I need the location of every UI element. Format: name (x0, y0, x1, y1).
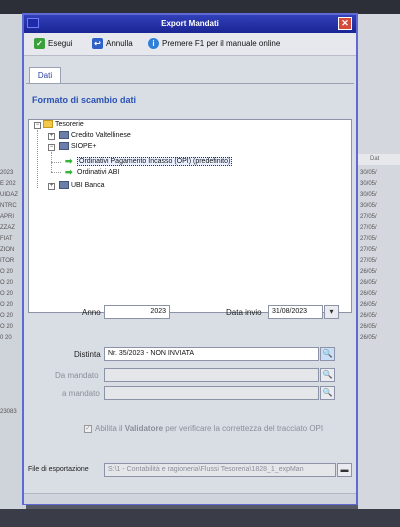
checkbox-icon: ✓ (84, 424, 92, 433)
undo-icon: ↩ (92, 38, 103, 50)
tree-guide (51, 162, 61, 163)
tree-node[interactable]: Credito Valtellinese (59, 131, 131, 141)
folder-icon (43, 120, 53, 129)
book-icon (59, 142, 69, 151)
da-mandato-field (104, 368, 319, 382)
distinta-search-button[interactable]: 🔍 (320, 347, 335, 361)
date-dropdown-button[interactable]: ▾ (324, 305, 339, 319)
run-label: Esegui (48, 39, 73, 48)
bg-right-row: 30/05/ (360, 181, 377, 187)
cancel-button[interactable]: ↩ Annulla (92, 37, 133, 51)
collapse-toggle[interactable]: − (34, 122, 41, 129)
section-title: Formato di scambio dati (32, 95, 137, 105)
data-invio-label: Data invio (226, 308, 262, 317)
bg-right-row: 26/05/ (360, 324, 377, 330)
tree-node-label: Credito Valtellinese (71, 132, 131, 139)
help-label: Premere F1 per il manuale online (162, 39, 281, 48)
bg-right-row: 26/05/ (360, 335, 377, 341)
tree-guide (51, 172, 61, 173)
data-invio-field[interactable]: 31/08/2023 (268, 305, 323, 319)
tree-guide (37, 130, 38, 188)
file-export-label: File di esportazione (28, 466, 89, 473)
bg-right-row: 30/05/ (360, 170, 377, 176)
validator-bold: Validatore (124, 424, 164, 433)
close-button[interactable]: ✕ (338, 17, 352, 30)
arrow-icon: ➡ (65, 167, 73, 178)
tab-divider (26, 83, 354, 84)
dialog-title: Export Mandati (161, 19, 219, 28)
book-icon (59, 181, 69, 190)
anno-label: Anno (82, 308, 101, 317)
format-tree[interactable]: − Tesorerie + Credito Valtellinese − SIO… (28, 119, 352, 313)
export-mandati-dialog: Export Mandati ✕ ✓ Esegui ↩ Annulla i Preme… (22, 13, 358, 505)
anno-field[interactable]: 2023 (104, 305, 170, 319)
dialog-bottom-bar (24, 493, 356, 504)
background-right-panel: Dat 30/05/ 30/05/ 30/05/ 30/05/ 27/05/ 2… (358, 14, 400, 509)
search-icon: 🔍 (322, 370, 333, 379)
distinta-label: Distinta (74, 350, 101, 359)
chevron-down-icon: ▾ (329, 307, 334, 316)
tree-node-root[interactable]: Tesorerie (43, 120, 84, 130)
da-mandato-search-button: 🔍 (320, 368, 335, 382)
background-titlebar (0, 0, 400, 14)
info-icon: i (148, 38, 159, 50)
background-statusbar (0, 509, 400, 527)
file-export-field: S:\1 - Contabilità e ragioneria\Flussi T… (104, 463, 336, 477)
search-icon: 🔍 (322, 349, 333, 358)
bg-right-row: 26/05/ (360, 302, 377, 308)
tree-node-label: Ordinativi Pagamento Incasso (OPI) (pred… (77, 157, 233, 166)
search-icon: 🔍 (322, 388, 333, 397)
tree-node-label: Ordinativi ABI (77, 169, 120, 176)
bg-right-row: 30/05/ (360, 192, 377, 198)
folder-browse-button[interactable]: ▬ (337, 463, 352, 477)
tree-node-label: SIOPE+ (71, 143, 97, 150)
tree-node-label: UBI Banca (71, 182, 105, 189)
da-mandato-label: Da mandato (55, 371, 99, 380)
bg-right-row: 27/05/ (360, 214, 377, 220)
arrow-icon: ➡ (65, 156, 73, 167)
tree-node[interactable]: ➡ Ordinativi ABI (65, 168, 119, 178)
toolbar: ✓ Esegui ↩ Annulla i Premere F1 per il manu… (24, 33, 356, 56)
bg-right-row: 26/05/ (360, 291, 377, 297)
cancel-label: Annulla (106, 39, 133, 48)
bg-right-row: 27/05/ (360, 258, 377, 264)
expand-toggle[interactable]: + (48, 183, 55, 190)
bg-right-row: 27/05/ (360, 236, 377, 242)
bg-right-row: 26/05/ (360, 280, 377, 286)
tree-node[interactable]: SIOPE+ (59, 142, 96, 152)
book-icon (59, 131, 69, 140)
tab-strip: Dati (26, 67, 354, 83)
a-mandato-label: a mandato (62, 389, 100, 398)
check-icon: ✓ (34, 38, 45, 50)
bg-right-row: 30/05/ (360, 203, 377, 209)
help-button[interactable]: i Premere F1 per il manuale online (148, 37, 280, 51)
bg-right-row: 27/05/ (360, 225, 377, 231)
tab-dati[interactable]: Dati (29, 67, 61, 83)
collapse-toggle[interactable]: − (48, 144, 55, 151)
a-mandato-field (104, 386, 319, 400)
tree-node-selected[interactable]: ➡ Ordinativi Pagamento Incasso (OPI) (pre… (65, 156, 233, 167)
tree-node[interactable]: UBI Banca (59, 181, 104, 191)
validator-suffix: per verificare la correttezza del tracci… (163, 424, 324, 433)
bg-right-row: 26/05/ (360, 313, 377, 319)
expand-toggle[interactable]: + (48, 133, 55, 140)
tree-node-label: Tesorerie (55, 121, 84, 128)
bg-right-row: 27/05/ (360, 247, 377, 253)
folder-icon: ▬ (340, 465, 349, 474)
run-button[interactable]: ✓ Esegui (34, 37, 72, 51)
distinta-field[interactable]: Nr. 35/2023 - NON INVIATA (104, 347, 319, 361)
a-mandato-search-button: 🔍 (320, 386, 335, 400)
validator-prefix: Abilita il (95, 424, 125, 433)
validator-checkbox: ✓ Abilita il Validatore per verificare la… (84, 424, 323, 433)
bg-right-header: Dat (358, 154, 400, 165)
dialog-titlebar[interactable]: Export Mandati ✕ (24, 15, 356, 33)
bg-right-row: 26/05/ (360, 269, 377, 275)
